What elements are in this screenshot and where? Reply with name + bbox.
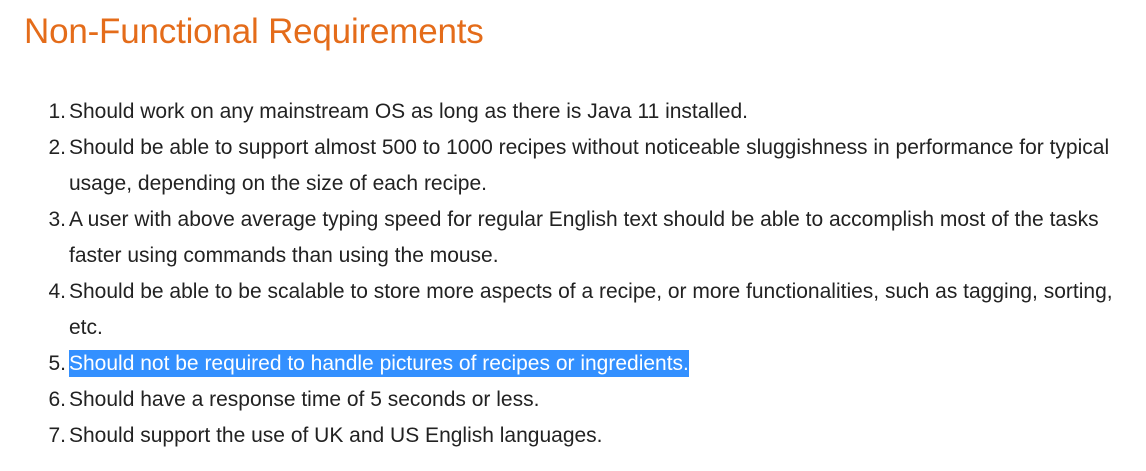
- list-item-number: 4.: [48, 280, 66, 303]
- list-item-number: 5.: [48, 352, 66, 375]
- list-item-text[interactable]: A user with above average typing speed f…: [69, 208, 1099, 267]
- list-item-text[interactable]: Should work on any mainstream OS as long…: [69, 100, 748, 123]
- list-item-text[interactable]: Should be able to support almost 500 to …: [69, 136, 1109, 195]
- requirements-list: 1. Should work on any mainstream OS as l…: [24, 94, 1134, 454]
- list-item: 2. Should be able to support almost 500 …: [24, 130, 1134, 202]
- list-item: 6. Should have a response time of 5 seco…: [24, 382, 1134, 418]
- list-item: 3. A user with above average typing spee…: [24, 202, 1134, 274]
- document-page: Non-Functional Requirements 1. Should wo…: [0, 0, 1146, 471]
- list-item: 5. Should not be required to handle pict…: [24, 346, 1134, 382]
- list-item-text[interactable]: Should have a response time of 5 seconds…: [69, 388, 539, 411]
- list-item-text[interactable]: Should be able to be scalable to store m…: [69, 280, 1113, 339]
- list-item-number: 7.: [48, 424, 66, 447]
- page-title: Non-Functional Requirements: [24, 12, 484, 51]
- list-item: 1. Should work on any mainstream OS as l…: [24, 94, 1134, 130]
- list-item: 4. Should be able to be scalable to stor…: [24, 274, 1134, 346]
- list-item-number: 3.: [48, 208, 66, 231]
- list-item-number: 1.: [48, 100, 66, 123]
- selected-text-highlight[interactable]: Should not be required to handle picture…: [69, 350, 689, 377]
- list-item: 7. Should support the use of UK and US E…: [24, 418, 1134, 454]
- list-item-text[interactable]: Should support the use of UK and US Engl…: [69, 424, 603, 447]
- list-item-number: 6.: [48, 388, 66, 411]
- list-item-number: 2.: [48, 136, 66, 159]
